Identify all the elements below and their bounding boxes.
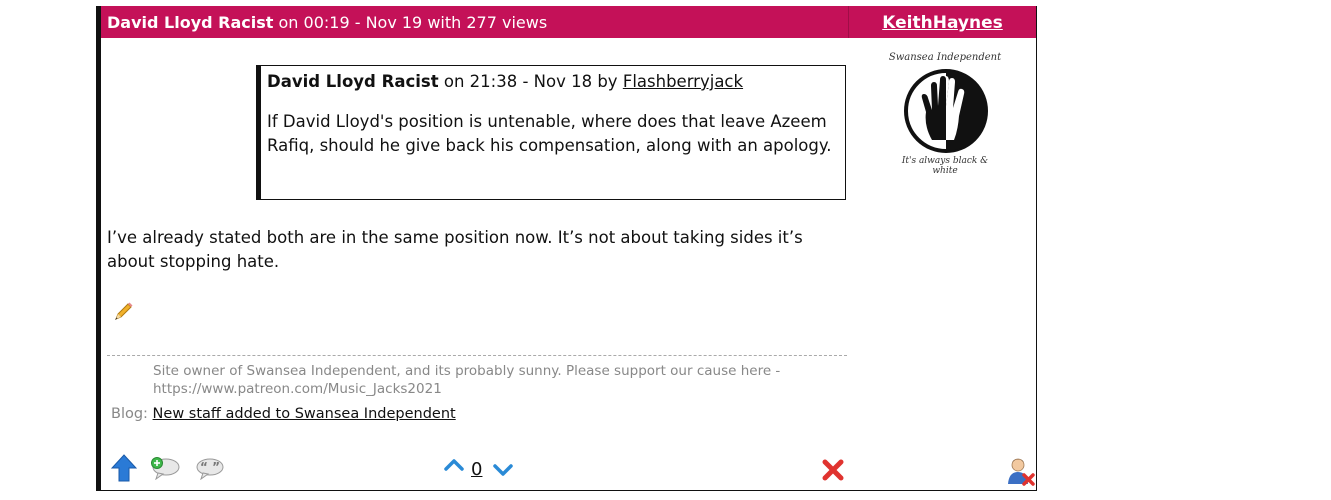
quote-title: David Lloyd Racist xyxy=(267,72,439,91)
vote-count[interactable]: 0 xyxy=(471,459,482,480)
signature: Site owner of Swansea Independent, and i… xyxy=(153,363,781,397)
quote-body: If David Lloyd's position is untenable, … xyxy=(267,112,832,155)
signature-separator xyxy=(107,355,847,356)
forum-post: David Lloyd Racist on 00:19 - Nov 19 wit… xyxy=(96,6,1037,491)
back-to-top-icon[interactable] xyxy=(110,454,138,482)
author-avatar: Swansea Independent It's always black & … xyxy=(888,52,1002,180)
post-header: David Lloyd Racist on 00:19 - Nov 19 wit… xyxy=(101,6,1036,38)
avatar-bottom-text: It's always black & white xyxy=(901,156,989,176)
post-title-text: David Lloyd Racist xyxy=(107,13,274,32)
vote-up-icon[interactable] xyxy=(443,456,465,472)
quote-header: David Lloyd Racist on 21:38 - Nov 18 by … xyxy=(267,70,839,94)
blog-line: Blog: New staff added to Swansea Indepen… xyxy=(111,406,456,422)
svg-text:“ ”: “ ” xyxy=(200,460,220,474)
blog-label: Blog: xyxy=(111,406,153,422)
reply-icon[interactable] xyxy=(150,456,180,481)
quote-author-link[interactable]: Flashberryjack xyxy=(623,72,743,91)
avatar-top-text: Swansea Independent xyxy=(888,52,1002,63)
post-meta: on 00:19 - Nov 19 with 277 views xyxy=(273,13,548,32)
reply-body: I’ve already stated both are in the same… xyxy=(107,228,803,271)
handprint-icon xyxy=(904,69,988,153)
quote-icon[interactable]: “ ” xyxy=(195,456,225,481)
author-link[interactable]: KeithHaynes xyxy=(849,13,1036,33)
delete-icon[interactable] xyxy=(821,458,845,482)
blog-link[interactable]: New staff added to Swansea Independent xyxy=(153,406,456,422)
ignore-user-icon[interactable] xyxy=(1006,456,1036,486)
quoted-post: David Lloyd Racist on 21:38 - Nov 18 by … xyxy=(256,65,846,200)
vote-down-icon[interactable] xyxy=(492,462,514,478)
edit-pencil-icon[interactable] xyxy=(111,300,135,324)
post-title: David Lloyd Racist on 00:19 - Nov 19 wit… xyxy=(107,13,547,32)
quote-meta: on 21:38 - Nov 18 by xyxy=(438,72,623,91)
